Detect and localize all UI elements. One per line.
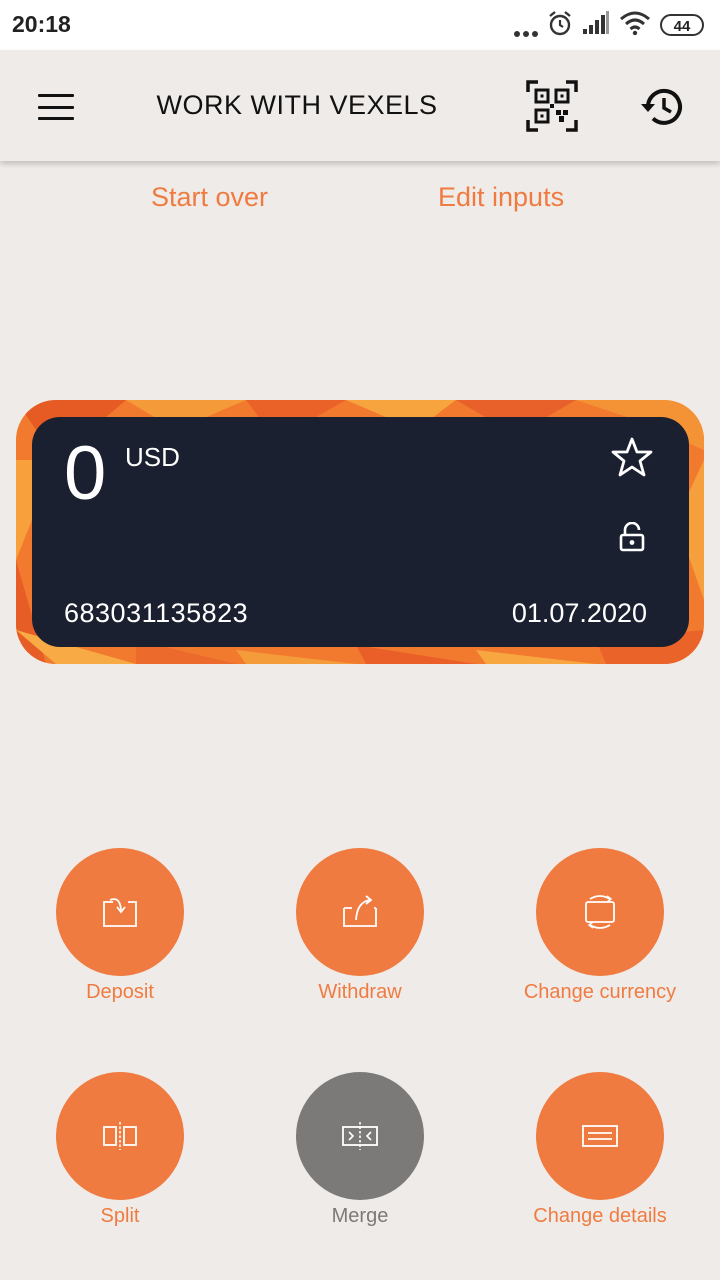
- card-currency: USD: [125, 442, 180, 472]
- change-details-label: Change details: [533, 1205, 667, 1227]
- withdraw-icon: [343, 895, 377, 927]
- deposit-label: Deposit: [86, 981, 154, 1003]
- change-details-action[interactable]: Change details: [480, 1072, 720, 1228]
- app-bar: WORK WITH VEXELS: [0, 50, 720, 161]
- qr-code-icon[interactable]: [526, 80, 578, 132]
- status-time: 20:18: [12, 11, 71, 37]
- withdraw-label: Withdraw: [318, 981, 402, 1003]
- card-amount: 0: [64, 431, 107, 516]
- deposit-button[interactable]: [56, 848, 184, 976]
- card-number: 683031135823: [64, 598, 249, 628]
- split-action[interactable]: Split: [0, 1072, 240, 1228]
- change-details-icon: [582, 1125, 618, 1147]
- split-button[interactable]: [56, 1072, 184, 1200]
- change-currency-button[interactable]: [536, 848, 664, 976]
- more-notifications-icon: [514, 24, 541, 42]
- battery-icon: 44: [660, 14, 704, 36]
- deposit-action[interactable]: Deposit: [0, 848, 240, 1004]
- merge-action: Merge: [240, 1072, 480, 1228]
- wifi-icon: [620, 11, 650, 36]
- merge-button: [296, 1072, 424, 1200]
- signal-icon: [583, 11, 609, 34]
- change-currency-icon: [585, 895, 615, 929]
- split-label: Split: [100, 1205, 140, 1227]
- start-over-link[interactable]: Start over: [151, 182, 268, 213]
- page-title: WORK WITH VEXELS: [156, 90, 438, 120]
- status-bar: 20:18 44: [0, 0, 720, 50]
- merge-label: Merge: [331, 1205, 389, 1227]
- split-icon: [103, 1122, 137, 1150]
- unlock-icon[interactable]: [618, 522, 646, 552]
- star-icon[interactable]: [611, 436, 653, 478]
- alarm-icon: [549, 11, 571, 36]
- edit-inputs-link[interactable]: Edit inputs: [438, 182, 564, 213]
- change-currency-label: Change currency: [523, 981, 677, 1003]
- card-date: 01.07.2020: [511, 598, 647, 628]
- withdraw-action[interactable]: Withdraw: [240, 848, 480, 1004]
- deposit-icon: [103, 898, 137, 927]
- change-currency-action[interactable]: Change currency: [480, 848, 720, 1004]
- change-details-button[interactable]: [536, 1072, 664, 1200]
- history-icon[interactable]: [640, 84, 686, 130]
- withdraw-button[interactable]: [296, 848, 424, 976]
- merge-icon: [342, 1122, 378, 1150]
